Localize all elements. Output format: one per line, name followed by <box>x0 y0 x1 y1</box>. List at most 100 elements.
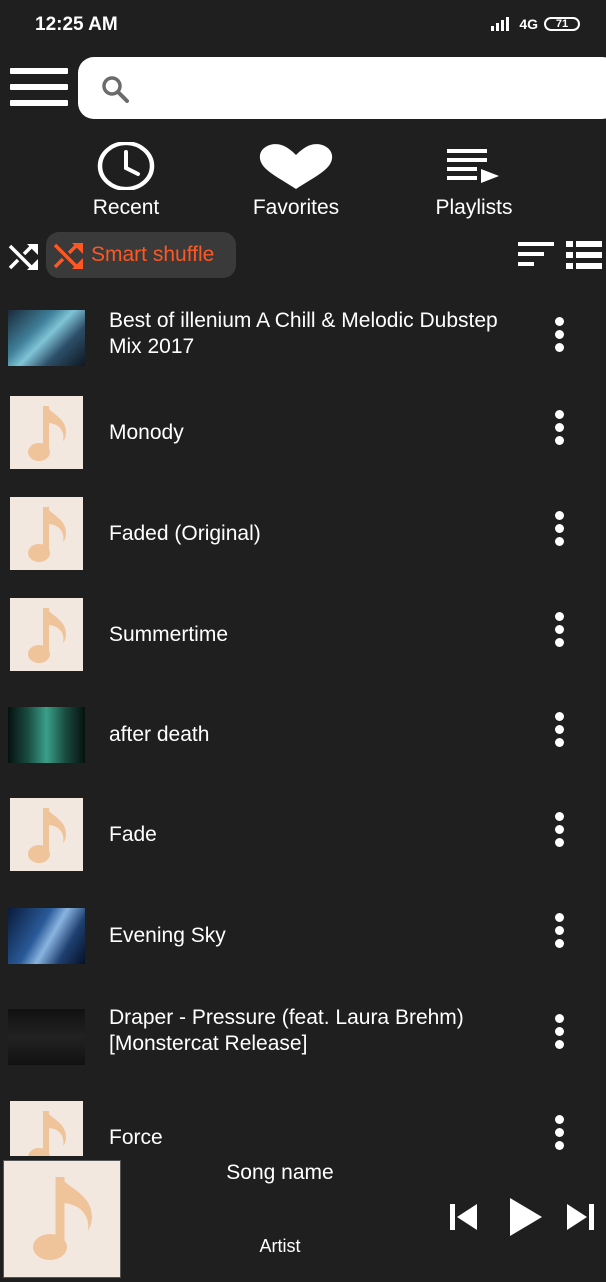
more-dot <box>555 612 564 621</box>
shuffle-icon <box>8 244 38 270</box>
tab-playlists[interactable]: Playlists <box>394 140 554 220</box>
play-icon <box>510 1198 542 1236</box>
song-more-button[interactable] <box>550 315 570 355</box>
song-row[interactable]: Fade <box>0 785 606 885</box>
sort-button[interactable] <box>518 242 554 273</box>
heart-icon <box>259 144 333 189</box>
more-dot <box>555 825 564 834</box>
more-dot <box>555 423 564 432</box>
song-more-button[interactable] <box>550 911 570 951</box>
song-more-button[interactable] <box>550 710 570 750</box>
song-title: Draper - Pressure (feat. Laura Brehm) [M… <box>109 1006 464 1055</box>
previous-button[interactable] <box>450 1202 478 1237</box>
skip-previous-icon <box>450 1204 477 1230</box>
more-dot <box>555 838 564 847</box>
song-row[interactable]: after death <box>0 685 606 785</box>
song-row[interactable]: Best of illenium A Chill & Melodic Dubst… <box>0 290 606 390</box>
more-dot <box>555 436 564 445</box>
more-dot <box>555 725 564 734</box>
tab-playlists-label: Playlists <box>435 196 513 219</box>
song-row[interactable]: Summertime <box>0 585 606 685</box>
status-indicators: 4G 71 <box>491 16 580 32</box>
music-note-icon <box>28 808 66 863</box>
more-dot <box>555 524 564 533</box>
more-dot <box>555 812 564 821</box>
more-dot <box>555 343 564 352</box>
more-dot <box>555 913 564 922</box>
song-more-button[interactable] <box>550 1113 570 1153</box>
play-button[interactable] <box>510 1198 542 1241</box>
song-title: Faded (Original) <box>109 522 261 545</box>
smart-shuffle-button[interactable]: Smart shuffle <box>46 232 236 278</box>
now-playing-artist: Artist <box>259 1236 301 1256</box>
more-dot <box>555 317 564 326</box>
search-input[interactable] <box>148 71 592 107</box>
song-title: after death <box>109 723 210 746</box>
more-dot <box>555 511 564 520</box>
smart-shuffle-label: Smart shuffle <box>91 243 215 266</box>
search-bar[interactable] <box>78 57 606 119</box>
more-dot <box>555 638 564 647</box>
song-video-thumbnail <box>8 707 85 763</box>
song-artwork <box>10 396 83 469</box>
more-dot <box>555 1115 564 1124</box>
signal-icon <box>491 17 510 31</box>
tab-recent-label: Recent <box>92 196 160 219</box>
skip-next-icon <box>567 1204 594 1230</box>
tab-recent[interactable]: Recent <box>46 140 206 220</box>
song-video-thumbnail <box>8 1009 85 1065</box>
battery-level: 71 <box>555 18 569 30</box>
music-note-icon <box>28 608 66 663</box>
music-note-icon <box>28 406 66 461</box>
menu-button[interactable] <box>10 68 68 108</box>
song-title: Summertime <box>109 623 229 646</box>
song-artwork <box>10 598 83 671</box>
song-row[interactable]: Evening Sky <box>0 886 606 986</box>
more-dot <box>555 625 564 634</box>
song-more-button[interactable] <box>550 1012 570 1052</box>
song-row[interactable]: Faded (Original) <box>0 484 606 584</box>
more-dot <box>555 1141 564 1150</box>
more-dot <box>555 738 564 747</box>
sort-icon <box>518 242 554 266</box>
more-dot <box>555 939 564 948</box>
music-note-icon <box>33 1177 92 1260</box>
next-button[interactable] <box>566 1202 594 1237</box>
clock-icon <box>97 142 155 190</box>
more-dot <box>555 537 564 546</box>
status-time: 12:25 AM <box>35 14 118 35</box>
tab-favorites-label: Favorites <box>252 196 340 219</box>
network-type: 4G <box>519 16 538 32</box>
battery-icon: 71 <box>544 17 580 31</box>
more-dot <box>555 410 564 419</box>
more-dot <box>555 1128 564 1137</box>
list-view-icon <box>566 241 602 269</box>
tab-favorites[interactable]: Favorites <box>216 140 376 220</box>
song-row[interactable]: Monody <box>0 383 606 483</box>
song-title: Monody <box>109 421 184 444</box>
song-title: Fade <box>109 823 157 846</box>
more-dot <box>555 1040 564 1049</box>
more-dot <box>555 712 564 721</box>
search-icon <box>102 76 129 103</box>
song-more-button[interactable] <box>550 509 570 549</box>
song-artwork <box>10 497 83 570</box>
shuffle-button[interactable] <box>8 240 40 277</box>
song-title: Force <box>109 1126 163 1149</box>
smart-shuffle-icon <box>53 243 83 269</box>
song-more-button[interactable] <box>550 610 570 650</box>
now-playing-artwork[interactable] <box>3 1160 121 1278</box>
song-video-thumbnail <box>8 310 85 366</box>
song-more-button[interactable] <box>550 810 570 850</box>
more-dot <box>555 1027 564 1036</box>
song-title: Best of illenium A Chill & Melodic Dubst… <box>109 309 498 358</box>
playlist-icon <box>447 149 499 183</box>
song-artwork <box>10 798 83 871</box>
song-row[interactable]: Draper - Pressure (feat. Laura Brehm) [M… <box>0 987 606 1087</box>
song-more-button[interactable] <box>550 408 570 448</box>
more-dot <box>555 1014 564 1023</box>
song-video-thumbnail <box>8 908 85 964</box>
song-title: Evening Sky <box>109 924 226 947</box>
view-mode-button[interactable] <box>566 241 602 274</box>
now-playing-song: Song name <box>226 1161 334 1184</box>
